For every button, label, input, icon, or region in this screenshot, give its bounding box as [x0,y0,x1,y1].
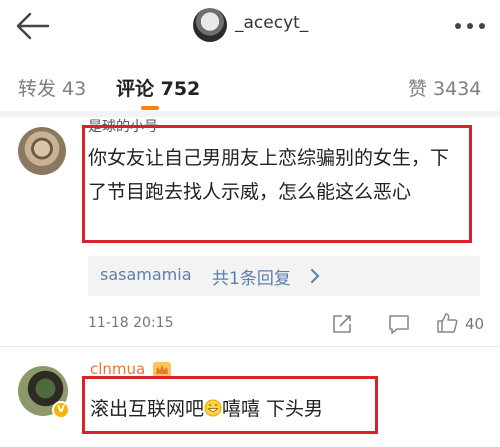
tab-bar: 转发 43 评论 752 赞 3434 [0,62,500,118]
thumbs-up-icon[interactable] [436,312,458,334]
tab-repost[interactable]: 转发 43 [18,74,86,101]
header-username[interactable]: _acecyt_ [235,13,308,33]
reply-username[interactable]: sasamamia [100,265,192,284]
tab-likes[interactable]: 赞 3434 [408,74,481,101]
highlight-box [82,125,472,243]
comment-divider [0,346,500,347]
tab-comments[interactable]: 评论 752 [116,74,200,101]
comment-bubble-icon[interactable] [387,313,411,335]
chevron-right-icon [311,269,320,283]
comment-date: 11-18 20:15 [88,315,174,331]
highlight-box [82,376,378,434]
section-divider [0,111,500,117]
more-dots-icon[interactable] [452,14,488,38]
active-tab-indicator [141,106,159,110]
top-bar: _acecyt_ [0,0,500,52]
reply-preview[interactable]: sasamamia 共1条回复 [88,256,480,296]
like-count: 40 [465,315,485,333]
verified-badge-icon: V [52,401,70,419]
reply-count[interactable]: 共1条回复 [212,264,291,289]
share-icon[interactable] [331,313,353,335]
header-avatar[interactable] [193,8,227,42]
back-arrow-icon[interactable] [12,10,52,42]
comment-avatar[interactable] [18,127,66,175]
